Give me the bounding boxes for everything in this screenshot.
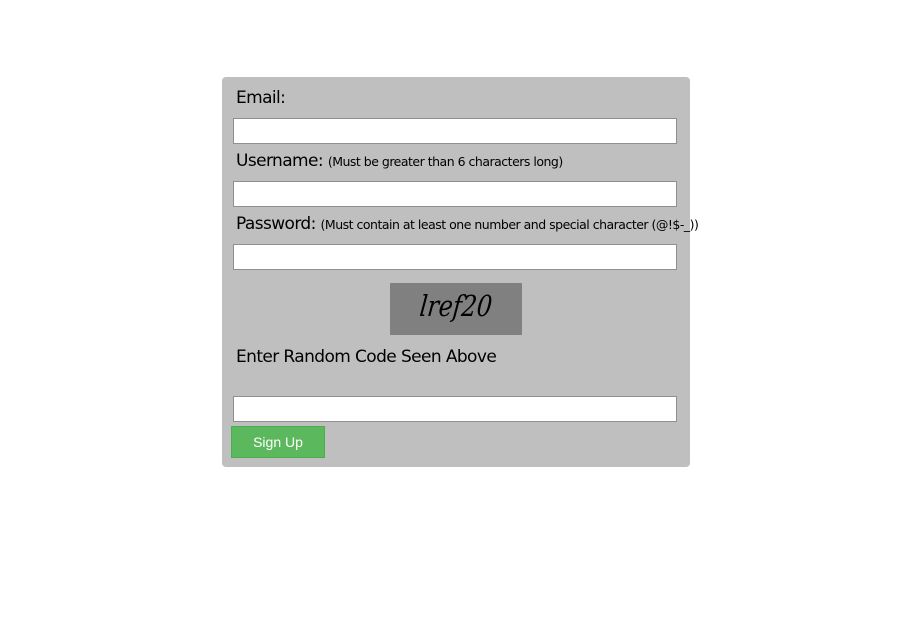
password-label-row: Password: (Must contain at least one num… <box>236 214 699 234</box>
username-hint: (Must be greater than 6 characters long) <box>327 154 563 169</box>
email-field[interactable] <box>233 118 677 144</box>
captcha-label: Enter Random Code Seen Above <box>236 347 497 367</box>
captcha-text: lref20 <box>418 289 494 323</box>
captcha-field[interactable] <box>233 396 677 422</box>
password-hint: (Must contain at least one number and sp… <box>320 217 699 232</box>
username-field[interactable] <box>233 181 677 207</box>
email-label: Email: <box>236 88 286 108</box>
password-field[interactable] <box>233 244 677 270</box>
signup-form-panel: Email: Username: (Must be greater than 6… <box>222 77 699 467</box>
captcha-image: lref20 <box>390 283 522 335</box>
password-label: Password: <box>236 214 316 234</box>
username-label: Username: <box>236 151 324 171</box>
username-label-row: Username: (Must be greater than 6 charac… <box>236 151 563 171</box>
sign-up-button[interactable]: Sign Up <box>231 426 325 458</box>
